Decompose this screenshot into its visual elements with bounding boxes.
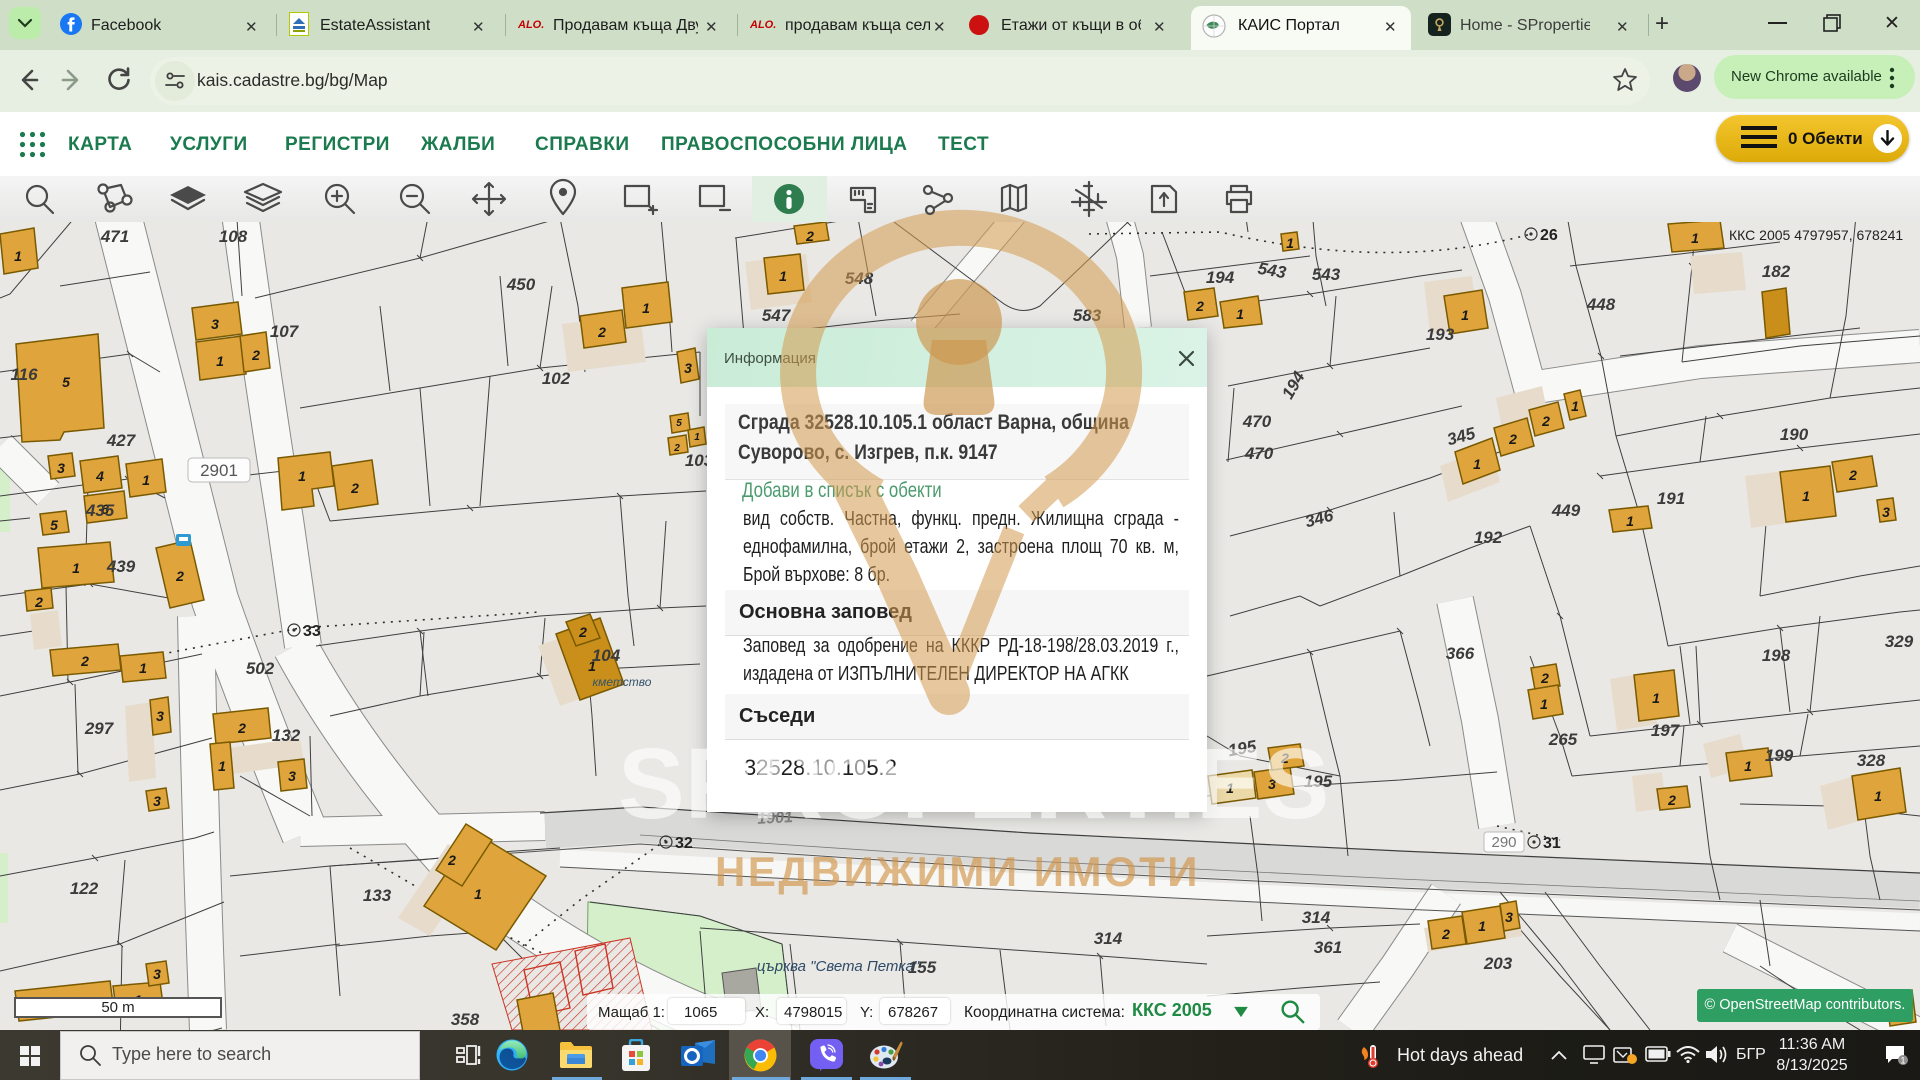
svg-text:SPROPERTIES: SPROPERTIES — [618, 728, 1329, 840]
svg-text:1: 1 — [1900, 1056, 1905, 1066]
svg-text:НЕДВИЖИМИ ИМОТИ: НЕДВИЖИМИ ИМОТИ — [715, 848, 1200, 895]
